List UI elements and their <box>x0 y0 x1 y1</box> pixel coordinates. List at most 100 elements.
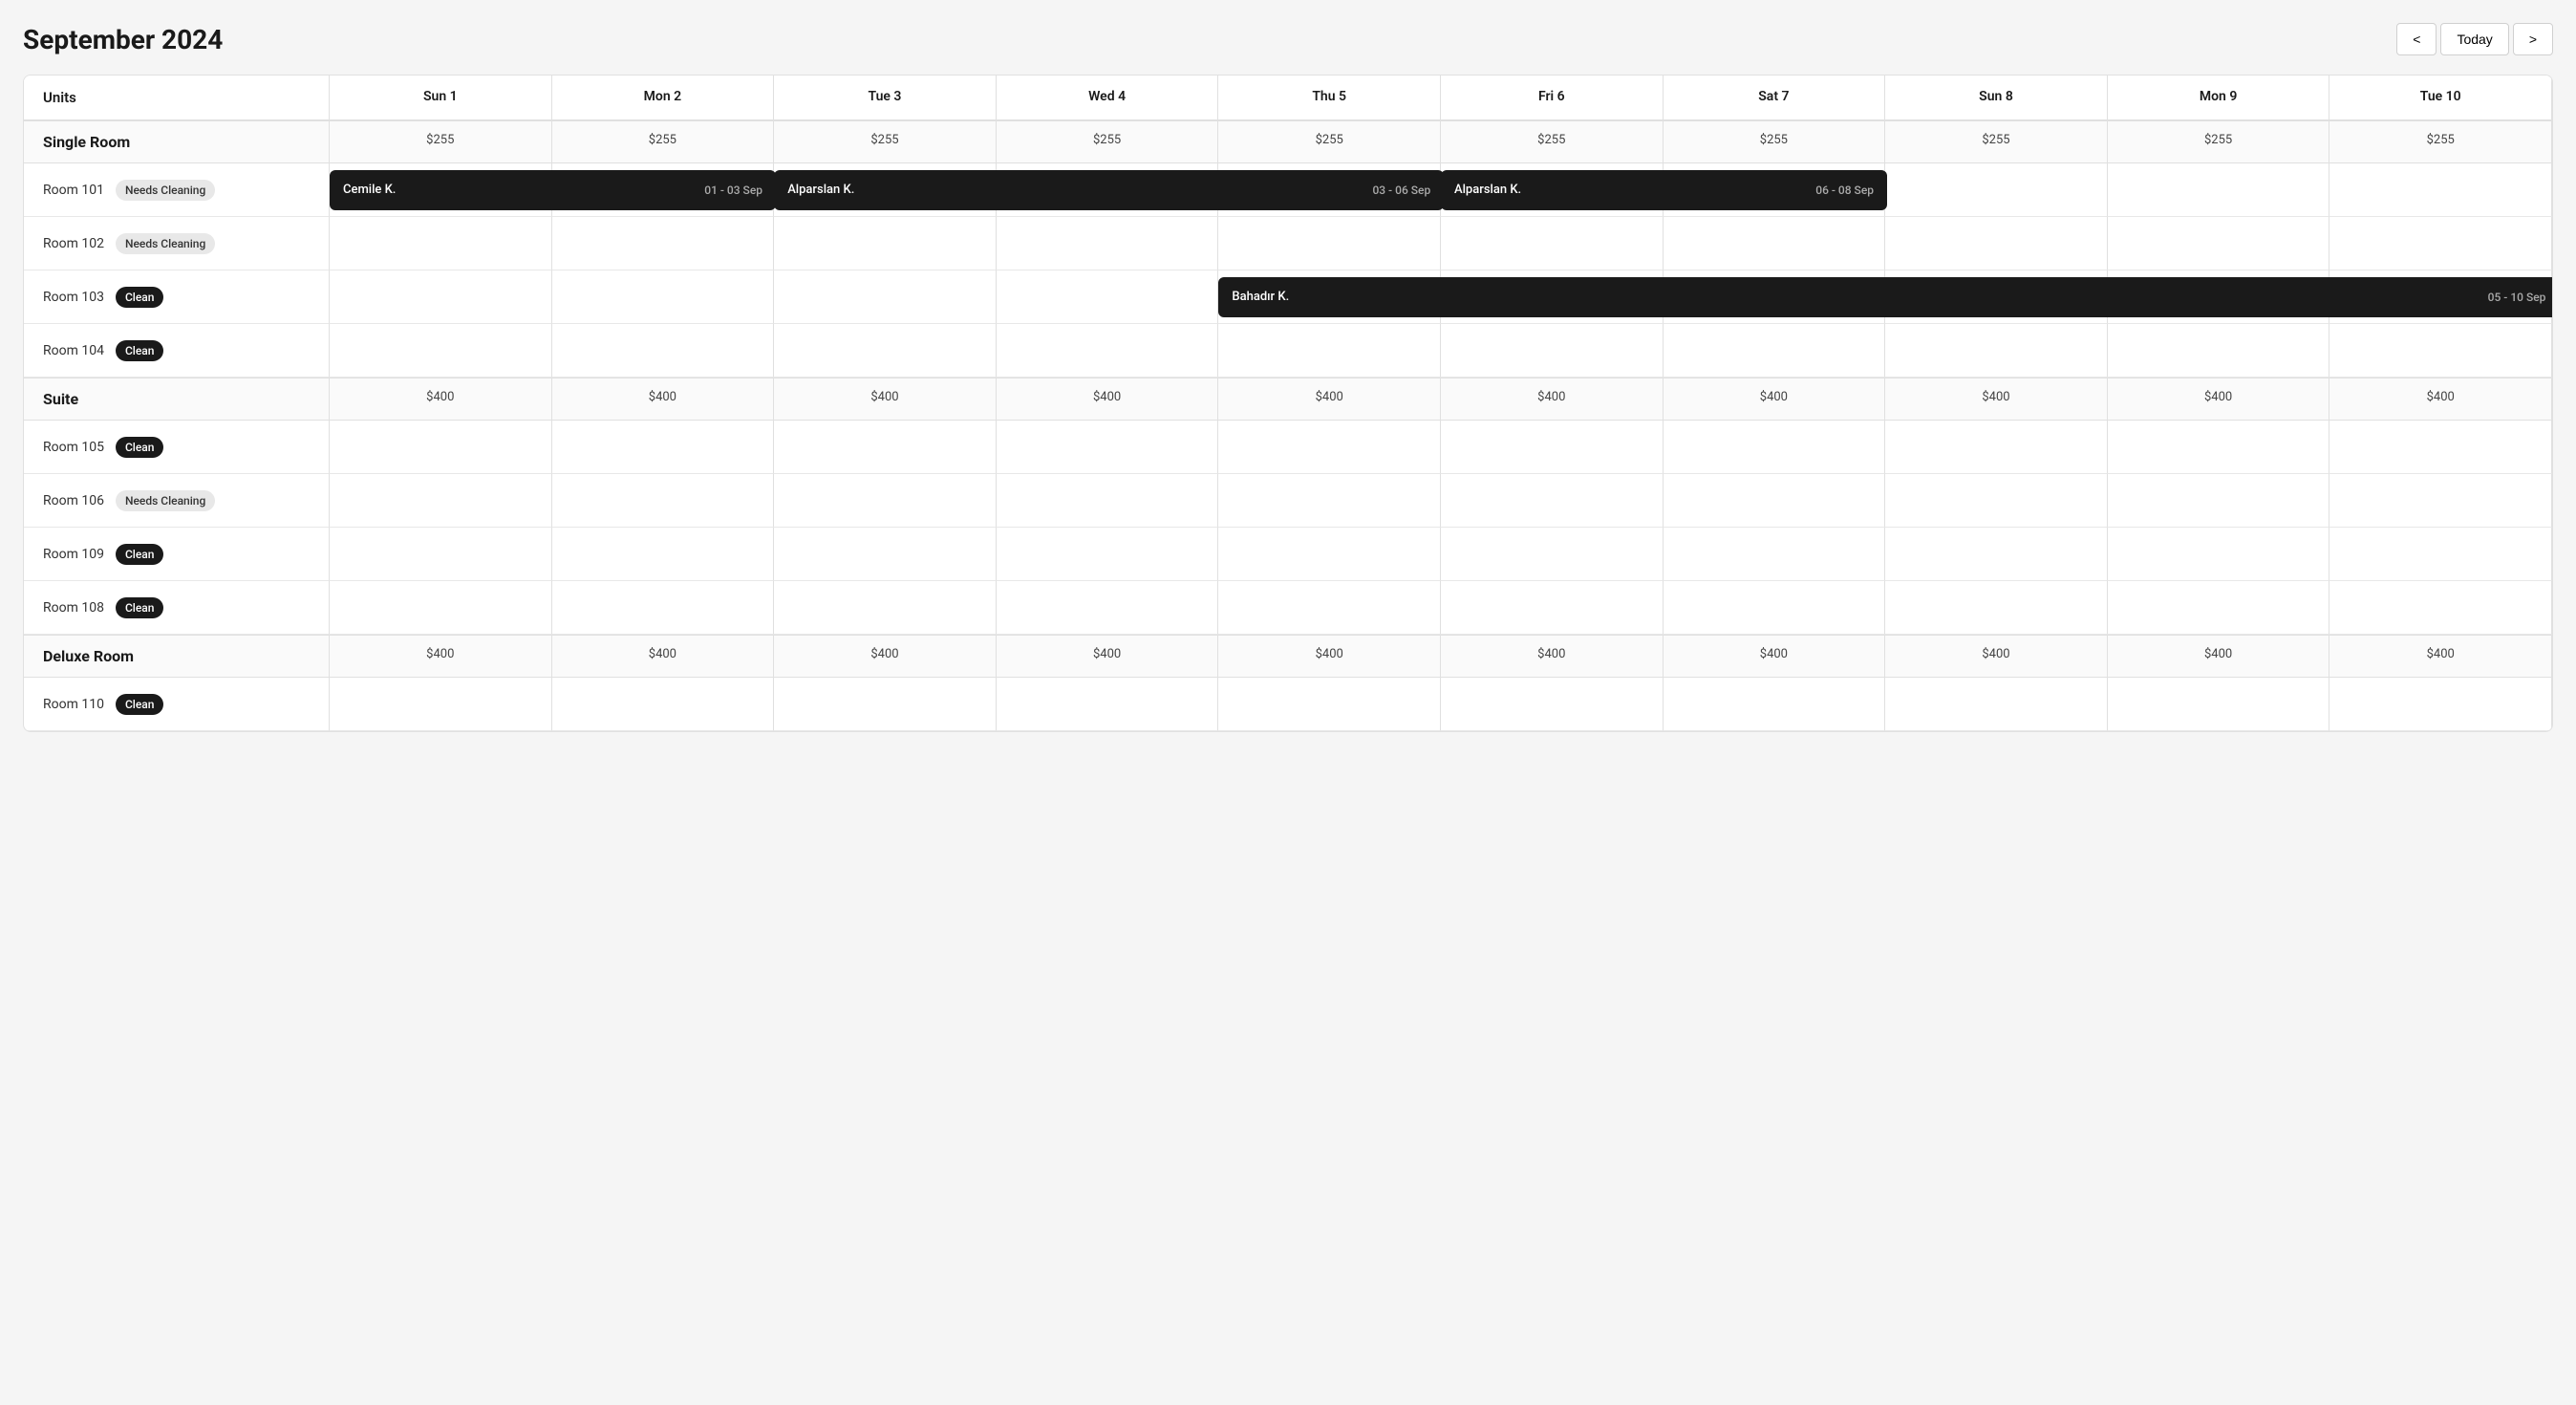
booking-block[interactable]: Cemile K. 01 - 03 Sep <box>330 170 776 210</box>
booking-dates: 01 - 03 Sep <box>704 184 762 197</box>
room-day-cell-room-102-col-8 <box>1885 217 2108 270</box>
booking-block[interactable]: Alparslan K. 06 - 08 Sep <box>1441 170 1887 210</box>
room-day-cell-room-104-col-5 <box>1218 324 1441 378</box>
room-day-cell-room-102-col-4 <box>997 217 1219 270</box>
day-header-thu5: Thu 5 <box>1218 76 1441 120</box>
room-day-cell-room-102-col-3 <box>774 217 997 270</box>
day-header-sun8: Sun 8 <box>1885 76 2108 120</box>
room-label-room-106: Room 106Needs Cleaning <box>24 474 330 528</box>
room-day-cell-room-102-col-7 <box>1664 217 1886 270</box>
room-day-cell-room-108-col-10 <box>2329 581 2552 635</box>
nav-controls: < Today > <box>2396 23 2553 55</box>
room-label-room-110: Room 110Clean <box>24 678 330 731</box>
category-price-suite-day-9: $400 <box>2108 378 2330 421</box>
room-day-cell-room-108-col-3 <box>774 581 997 635</box>
today-button[interactable]: Today <box>2440 23 2508 55</box>
category-price-single-room-day-6: $255 <box>1441 120 1664 163</box>
room-day-cell-room-105-col-1 <box>330 421 552 474</box>
room-day-cell-room-110-col-1 <box>330 678 552 731</box>
status-badge: Clean <box>116 544 163 565</box>
room-label-room-108: Room 108Clean <box>24 581 330 635</box>
room-day-cell-room-101-col-8 <box>1885 163 2108 217</box>
booking-block[interactable]: Alparslan K. 03 - 06 Sep <box>774 170 1444 210</box>
booking-guest: Alparslan K. <box>787 183 854 197</box>
room-day-cell-room-110-col-6 <box>1441 678 1664 731</box>
category-price-deluxe-room-day-6: $400 <box>1441 635 1664 678</box>
room-day-cell-room-108-col-4 <box>997 581 1219 635</box>
room-day-cell-room-108-col-2 <box>552 581 775 635</box>
room-name: Room 110 <box>43 697 104 712</box>
category-price-deluxe-room-day-4: $400 <box>997 635 1219 678</box>
room-day-cell-room-109-col-5 <box>1218 528 1441 581</box>
day-header-tue3: Tue 3 <box>774 76 997 120</box>
room-label-room-101: Room 101Needs Cleaning <box>24 163 330 217</box>
room-day-cell-room-105-col-5 <box>1218 421 1441 474</box>
room-day-cell-room-109-col-1 <box>330 528 552 581</box>
room-day-cell-room-108-col-9 <box>2108 581 2330 635</box>
day-header-sun1: Sun 1 <box>330 76 552 120</box>
room-day-cell-room-101-col-1: Cemile K.01 - 03 Sep <box>330 163 552 217</box>
room-day-cell-room-108-col-1 <box>330 581 552 635</box>
room-name: Room 101 <box>43 183 104 198</box>
calendar-grid: UnitsSun 1Mon 2Tue 3Wed 4Thu 5Fri 6Sat 7… <box>24 76 2552 731</box>
room-day-cell-room-103-col-3 <box>774 270 997 324</box>
room-day-cell-room-109-col-7 <box>1664 528 1886 581</box>
units-header: Units <box>24 76 330 120</box>
prev-button[interactable]: < <box>2396 23 2436 55</box>
category-price-single-room-day-7: $255 <box>1664 120 1886 163</box>
booking-block[interactable]: Bahadır K.05 - 10 Sep <box>1218 277 2553 317</box>
room-name: Room 104 <box>43 343 104 358</box>
room-day-cell-room-101-col-6: Alparslan K.06 - 08 Sep <box>1441 163 1664 217</box>
room-day-cell-room-106-col-2 <box>552 474 775 528</box>
day-header-mon2: Mon 2 <box>552 76 775 120</box>
category-price-single-room-day-2: $255 <box>552 120 775 163</box>
booking-guest: Cemile K. <box>343 183 396 197</box>
day-header-mon9: Mon 9 <box>2108 76 2330 120</box>
room-day-cell-room-103-col-5: Bahadır K.05 - 10 Sep <box>1218 270 1441 324</box>
room-name: Room 109 <box>43 547 104 562</box>
room-label-room-105: Room 105Clean <box>24 421 330 474</box>
next-button[interactable]: > <box>2513 23 2553 55</box>
room-day-cell-room-101-col-3: Alparslan K.03 - 06 Sep <box>774 163 997 217</box>
room-day-cell-room-109-col-10 <box>2329 528 2552 581</box>
room-name: Room 103 <box>43 290 104 305</box>
day-header-tue10: Tue 10 <box>2329 76 2552 120</box>
category-price-deluxe-room-day-5: $400 <box>1218 635 1441 678</box>
category-price-single-room-day-1: $255 <box>330 120 552 163</box>
room-day-cell-room-103-col-4 <box>997 270 1219 324</box>
category-price-suite-day-3: $400 <box>774 378 997 421</box>
room-day-cell-room-109-col-3 <box>774 528 997 581</box>
day-header-sat7: Sat 7 <box>1664 76 1886 120</box>
room-day-cell-room-104-col-3 <box>774 324 997 378</box>
room-day-cell-room-110-col-7 <box>1664 678 1886 731</box>
calendar-wrapper: UnitsSun 1Mon 2Tue 3Wed 4Thu 5Fri 6Sat 7… <box>23 75 2553 732</box>
page-title: September 2024 <box>23 24 223 55</box>
room-name: Room 105 <box>43 440 104 455</box>
room-day-cell-room-106-col-5 <box>1218 474 1441 528</box>
room-day-cell-room-104-col-4 <box>997 324 1219 378</box>
category-price-single-room-day-8: $255 <box>1885 120 2108 163</box>
status-badge: Clean <box>116 287 163 308</box>
room-day-cell-room-108-col-8 <box>1885 581 2108 635</box>
room-name: Room 108 <box>43 600 104 616</box>
category-price-single-room-day-5: $255 <box>1218 120 1441 163</box>
room-day-cell-room-106-col-4 <box>997 474 1219 528</box>
room-day-cell-room-105-col-3 <box>774 421 997 474</box>
category-price-single-room-day-3: $255 <box>774 120 997 163</box>
room-day-cell-room-108-col-7 <box>1664 581 1886 635</box>
room-day-cell-room-102-col-1 <box>330 217 552 270</box>
day-header-wed4: Wed 4 <box>997 76 1219 120</box>
page-header: September 2024 < Today > <box>23 23 2553 55</box>
category-price-deluxe-room-day-7: $400 <box>1664 635 1886 678</box>
room-day-cell-room-109-col-4 <box>997 528 1219 581</box>
category-price-single-room-day-9: $255 <box>2108 120 2330 163</box>
room-day-cell-room-105-col-7 <box>1664 421 1886 474</box>
booking-guest: Alparslan K. <box>1454 183 1521 197</box>
booking-dates: 03 - 06 Sep <box>1372 184 1430 197</box>
room-day-cell-room-110-col-2 <box>552 678 775 731</box>
room-day-cell-room-110-col-3 <box>774 678 997 731</box>
room-day-cell-room-103-col-1 <box>330 270 552 324</box>
room-day-cell-room-104-col-1 <box>330 324 552 378</box>
booking-dates: 06 - 08 Sep <box>1815 184 1874 197</box>
category-price-deluxe-room-day-8: $400 <box>1885 635 2108 678</box>
